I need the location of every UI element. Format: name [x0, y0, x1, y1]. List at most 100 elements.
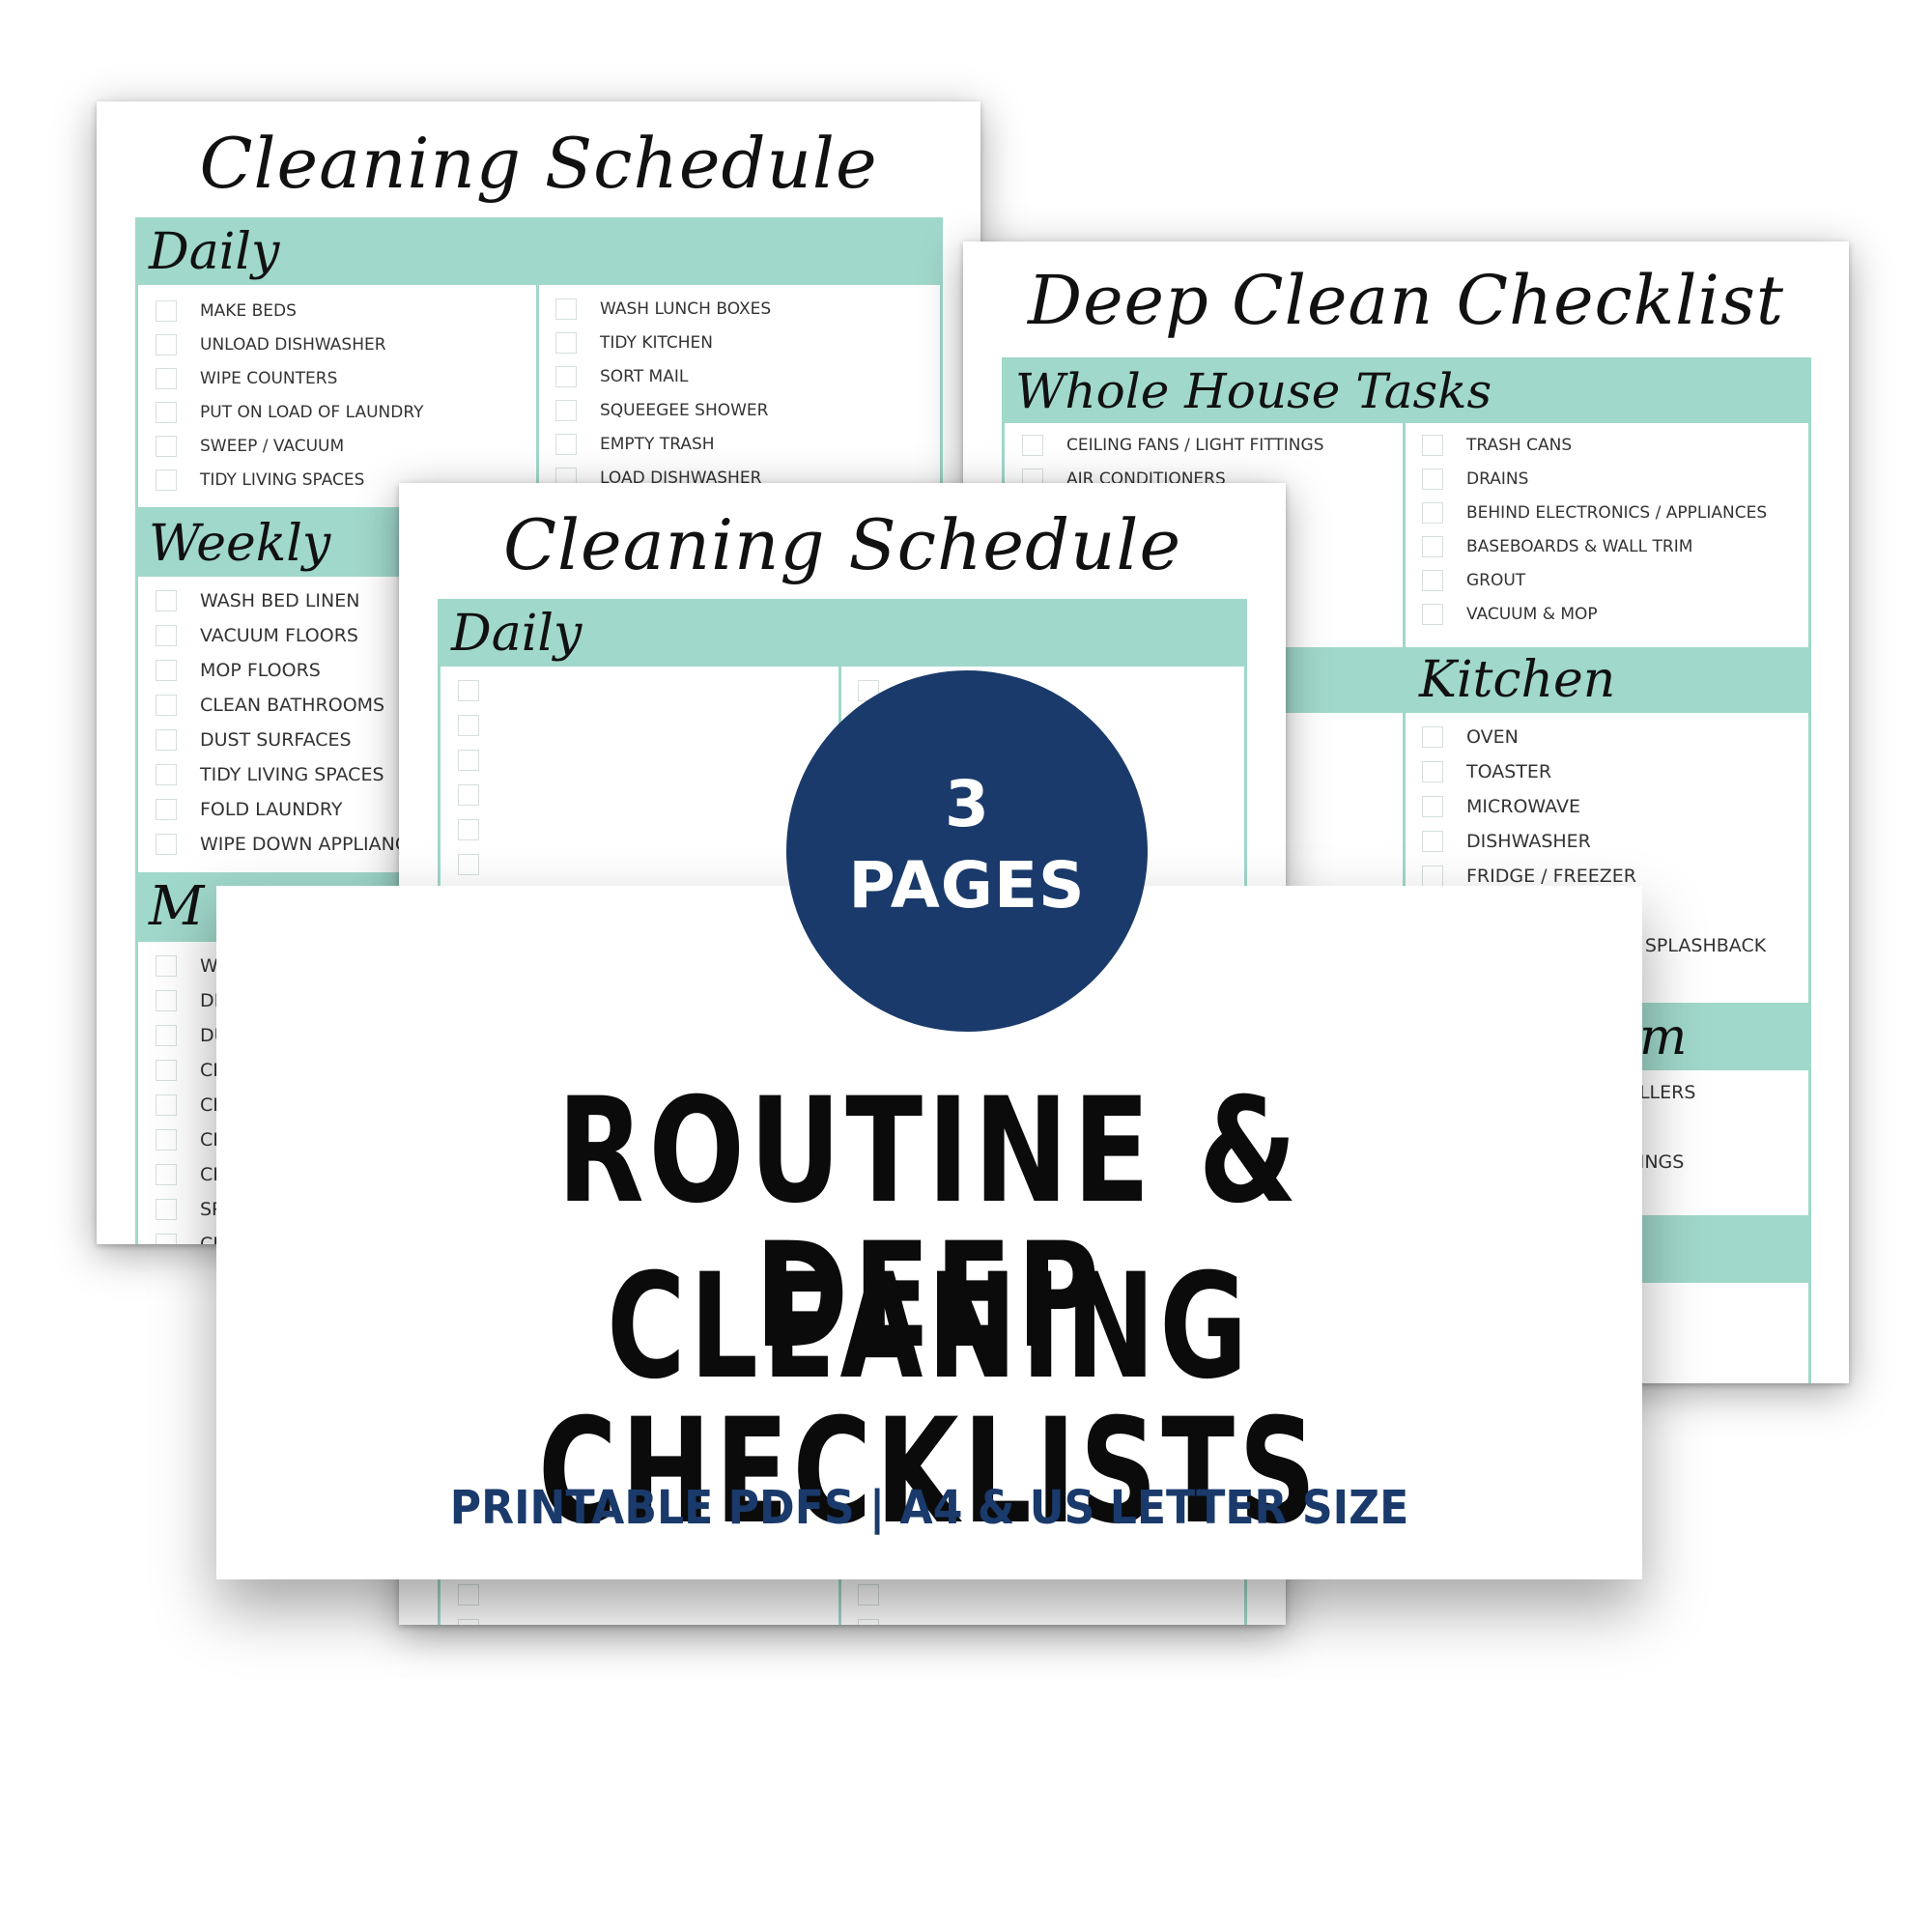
checklist-item: FOLD LAUNDRY — [156, 799, 343, 820]
checklist-item-label: WASH LUNCH BOXES — [600, 299, 772, 319]
checklist-item: CL — [156, 1164, 223, 1185]
checklist-item: MAKE BEDS — [156, 300, 297, 322]
checkbox[interactable] — [555, 332, 577, 354]
checkbox[interactable] — [458, 1619, 479, 1625]
checkbox[interactable] — [458, 854, 479, 875]
checklist-item — [458, 750, 502, 771]
checkbox[interactable] — [1422, 469, 1443, 490]
checklist-item: WIPE COUNTERS — [156, 368, 337, 389]
checkbox[interactable] — [156, 469, 177, 491]
badge-number: 3 — [945, 767, 989, 841]
checkbox[interactable] — [156, 590, 177, 611]
badge-label: PAGES — [848, 848, 1086, 923]
checkbox[interactable] — [1022, 435, 1043, 456]
checkbox[interactable] — [458, 1584, 479, 1605]
checklist-item-label: WIPE DOWN APPLIANCE — [200, 834, 420, 855]
checkbox[interactable] — [156, 1094, 177, 1116]
checkbox[interactable] — [1422, 796, 1443, 817]
checklist-item — [458, 784, 502, 806]
section-header-daily: Daily — [438, 599, 1247, 667]
checklist-item — [458, 715, 502, 736]
checkbox[interactable] — [156, 990, 177, 1011]
checkbox[interactable] — [1422, 570, 1443, 591]
checkbox[interactable] — [555, 434, 577, 455]
checkbox[interactable] — [555, 366, 577, 387]
checkbox[interactable] — [156, 764, 177, 785]
checklist-item: WASH LUNCH BOXES — [555, 298, 771, 320]
checklist-item: OVEN — [1422, 726, 1519, 748]
checklist-item: PUT ON LOAD OF LAUNDRY — [156, 402, 423, 423]
checkbox[interactable] — [458, 750, 479, 771]
checkbox[interactable] — [555, 298, 577, 320]
checklist-item: SP — [156, 1199, 223, 1220]
checklist-item: SQUEEGEE SHOWER — [555, 400, 768, 421]
checklist-item: FRIDGE / FREEZER — [1422, 866, 1636, 887]
page-title: Cleaning Schedule — [502, 504, 1182, 585]
checklist-item-label: VACUUM FLOORS — [200, 625, 358, 646]
checkbox[interactable] — [156, 955, 177, 977]
checkbox[interactable] — [1422, 604, 1443, 625]
checklist-item-label: BASEBOARDS & WALL TRIM — [1466, 537, 1693, 556]
checklist-item-label: PUT ON LOAD OF LAUNDRY — [200, 403, 424, 422]
checkbox[interactable] — [156, 368, 177, 389]
checklist-item — [858, 1619, 902, 1625]
checkbox[interactable] — [1422, 502, 1443, 524]
checklist-item: & SPLASHBACK — [1623, 935, 1766, 956]
checklist-item: CL — [156, 1094, 223, 1116]
checkbox[interactable] — [156, 1234, 177, 1244]
checkbox[interactable] — [1422, 536, 1443, 557]
checkbox[interactable] — [156, 1060, 177, 1081]
checkbox[interactable] — [156, 300, 177, 322]
column-divider — [1403, 423, 1406, 647]
checklist-item — [858, 1584, 902, 1605]
checklist-item-label: DUST SURFACES — [200, 729, 352, 751]
section-daily: MAKE BEDS UNLOAD DISHWASHER WIPE COUNTERS P… — [135, 285, 943, 510]
checkbox[interactable] — [156, 695, 177, 716]
checklist-item: SORT MAIL — [555, 366, 688, 387]
checklist-item: TIDY LIVING SPACES — [156, 469, 364, 491]
checkbox[interactable] — [858, 1584, 879, 1605]
checkbox[interactable] — [156, 729, 177, 751]
checkbox[interactable] — [1422, 726, 1443, 748]
checkbox[interactable] — [458, 680, 479, 701]
checklist-item-label: FRIDGE / FREEZER — [1466, 866, 1636, 887]
checklist-item-label: TIDY LIVING SPACES — [200, 764, 384, 785]
checkbox[interactable] — [555, 400, 577, 421]
checkbox[interactable] — [156, 834, 177, 855]
checkbox[interactable] — [458, 715, 479, 736]
checkbox[interactable] — [458, 819, 479, 840]
checklist-item: CL — [156, 1129, 223, 1151]
checkbox[interactable] — [156, 625, 177, 646]
checkbox[interactable] — [156, 334, 177, 355]
checkbox[interactable] — [156, 660, 177, 681]
checkbox[interactable] — [156, 1025, 177, 1046]
checkbox[interactable] — [156, 1129, 177, 1151]
checklist-item-label: GROUT — [1466, 571, 1526, 590]
checkbox[interactable] — [1422, 761, 1443, 782]
checkbox[interactable] — [156, 1199, 177, 1220]
checkbox[interactable] — [1422, 866, 1443, 887]
page-title: Cleaning Schedule — [199, 123, 878, 204]
section-title: Whole House Tasks — [1015, 363, 1492, 419]
checklist-item: WI — [156, 955, 223, 977]
checklist-item-label: UNLOAD DISHWASHER — [200, 335, 386, 355]
checklist-item-label: CEILING FANS / LIGHT FITTINGS — [1066, 436, 1324, 455]
checklist-item: CL — [156, 1060, 223, 1081]
checkbox[interactable] — [1422, 831, 1443, 852]
checkbox[interactable] — [858, 1619, 879, 1625]
checklist-item: CLEAN BATHROOMS — [156, 695, 384, 716]
checklist-item: TIDY KITCHEN — [555, 332, 713, 354]
checkbox[interactable] — [1422, 435, 1443, 456]
checkbox[interactable] — [156, 1164, 177, 1185]
checklist-item: EMPTY TRASH — [555, 434, 715, 455]
checklist-item-label: BEHIND ELECTRONICS / APPLIANCES — [1466, 503, 1768, 523]
checkbox[interactable] — [156, 402, 177, 423]
checkbox[interactable] — [458, 784, 479, 806]
checkbox[interactable] — [156, 799, 177, 820]
section-title: Kitchen — [1419, 651, 1616, 709]
checklist-item-label: & SPLASHBACK — [1625, 935, 1767, 956]
checklist-item: MOP FLOORS — [156, 660, 321, 681]
checkbox[interactable] — [156, 436, 177, 457]
checklist-item: WIPE DOWN APPLIANCE — [156, 834, 419, 855]
page-title: Deep Clean Checklist — [1028, 261, 1784, 340]
